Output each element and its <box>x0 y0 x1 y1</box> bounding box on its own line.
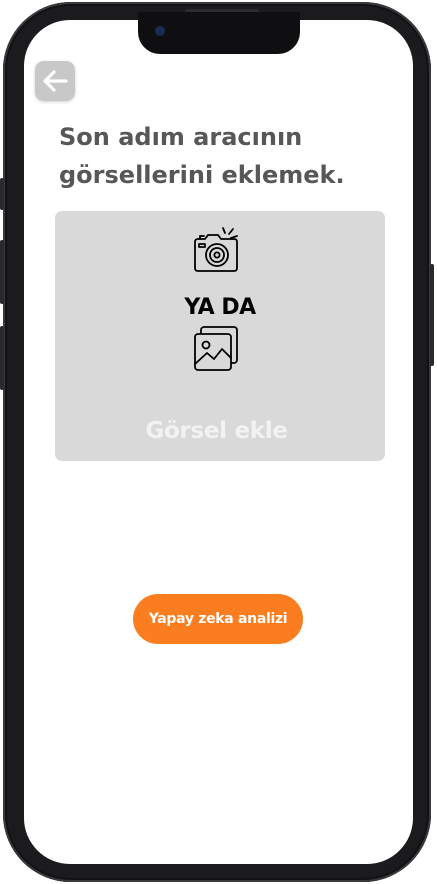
front-camera <box>156 27 164 35</box>
power-button <box>430 264 434 366</box>
camera-icon[interactable] <box>192 225 240 277</box>
page-title: Son adım aracının görsellerini eklemek. <box>59 118 389 194</box>
add-image-label: Görsel ekle <box>145 418 288 444</box>
arrow-left-icon <box>41 69 69 93</box>
silent-switch <box>0 178 4 210</box>
back-button[interactable] <box>35 61 75 101</box>
volume-up-button <box>0 240 4 304</box>
ai-analysis-button[interactable]: Yapay zeka analizi <box>133 594 303 644</box>
volume-down-button <box>0 326 4 390</box>
page-title-line-1: Son adım aracının <box>59 123 303 151</box>
image-upload-card[interactable]: YA DA Görsel ekle <box>55 211 385 461</box>
page-title-line-2: görsellerini eklemek. <box>59 161 345 189</box>
or-separator: YA DA <box>184 295 256 320</box>
gallery-icon[interactable] <box>192 325 240 377</box>
